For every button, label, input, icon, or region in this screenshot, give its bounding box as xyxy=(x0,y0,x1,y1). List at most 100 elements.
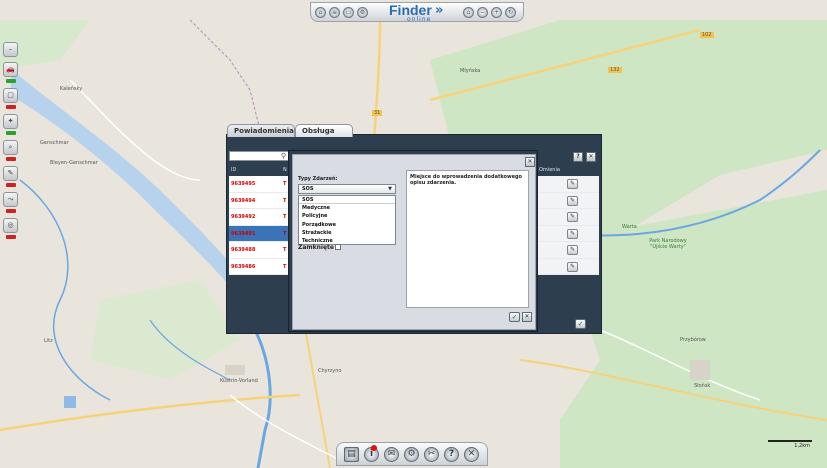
settings-button[interactable]: ⚙ xyxy=(357,7,368,18)
notification-badge xyxy=(371,445,377,451)
map-label-litz: Litz xyxy=(44,338,53,344)
column-header-right[interactable]: Omienia xyxy=(539,165,560,175)
list-button[interactable]: ≡ xyxy=(329,7,340,18)
column-header-name[interactable]: N xyxy=(283,165,287,175)
zoom-in-button[interactable]: + xyxy=(491,7,502,18)
confirm-button[interactable]: ✓ xyxy=(575,319,586,329)
table-row[interactable]: 9639494 T xyxy=(229,192,291,209)
table-row[interactable]: 9639486 T xyxy=(229,258,291,275)
close-dialog-button[interactable]: ✕ xyxy=(525,157,535,167)
top-toolbar: ⌂ ≡ ▭ ⚙ Finder » online ⌂ − + ↻ xyxy=(310,2,524,24)
edit-icon[interactable]: ✎ xyxy=(567,245,578,255)
option-sos[interactable]: SOS xyxy=(299,196,395,205)
option-strazackie[interactable]: Strażackie xyxy=(299,229,395,237)
logo-subtext: online xyxy=(407,16,432,23)
row-name: T xyxy=(283,230,287,237)
table-row[interactable]: 9639495 T xyxy=(229,176,291,193)
zoom-out-button[interactable]: − xyxy=(477,7,488,18)
list-item: ✎ xyxy=(537,209,599,226)
notifications-list: 9639495 T 9639494 T 9639492 T 9639491 T 9639… xyxy=(229,176,291,275)
search-tool-button[interactable]: ⌕ xyxy=(3,140,18,155)
tab-handling[interactable]: Obsługa xyxy=(295,124,353,137)
table-row-selected[interactable]: 9639491 T xyxy=(229,225,291,242)
route-button[interactable]: ⤳ xyxy=(3,192,18,207)
column-header-id[interactable]: ID xyxy=(231,165,236,175)
row-id: 9639495 xyxy=(231,181,256,187)
search-icon: ⚲ xyxy=(280,152,286,160)
vehicle-icon[interactable]: 🚗 xyxy=(3,62,18,77)
window-button[interactable]: ▭ xyxy=(343,7,354,18)
zone-button[interactable]: ◎ xyxy=(3,218,18,233)
status-indicator-red-4 xyxy=(6,209,16,213)
home-button[interactable]: ⌂ xyxy=(315,7,326,18)
gear-icon[interactable]: ⚙ xyxy=(404,447,419,462)
status-indicator-red-3 xyxy=(6,183,16,187)
closed-label: Zamknięte xyxy=(298,244,334,251)
measure-button[interactable]: ✎ xyxy=(3,166,18,181)
collapse-button[interactable]: – xyxy=(3,42,18,57)
status-indicator-red-5 xyxy=(6,235,16,239)
list-item: ✎ xyxy=(537,258,599,275)
bottom-toolbar: ▤ i ✉ ⚙ ✂ ? ✕ xyxy=(336,442,488,466)
map-label-mlynska: Młyńska xyxy=(460,68,481,74)
map-road-102: 102 xyxy=(700,32,714,38)
dialog-cancel-button[interactable]: ✕ xyxy=(522,312,532,322)
map-label-kustrin: Küstrin-Vorland xyxy=(220,378,258,384)
event-type-dropdown: SOS Medyczne Policyjne Porządkowe Straża… xyxy=(298,195,396,245)
option-policyjne[interactable]: Policyjne xyxy=(299,212,395,220)
close-panel-button[interactable]: ✕ xyxy=(586,152,596,162)
row-name: T xyxy=(283,214,287,220)
tab-notifications[interactable]: Powiadomienia xyxy=(227,124,295,137)
refresh-button[interactable]: ↻ xyxy=(505,7,516,18)
layer-button[interactable]: ▢ xyxy=(3,88,18,103)
row-name: T xyxy=(283,197,287,204)
table-row[interactable]: 9639492 T xyxy=(229,209,291,226)
closed-checkbox[interactable] xyxy=(335,244,341,250)
map-label-bleyen: Bleyen-Genschmar xyxy=(50,160,98,166)
search-input[interactable]: ⚲ xyxy=(229,151,289,161)
status-indicator-red-2 xyxy=(6,157,16,161)
list-item: ✎ xyxy=(537,192,599,209)
document-icon[interactable]: ▤ xyxy=(344,447,359,462)
map-road-31: 31 xyxy=(372,110,383,116)
row-id: 9639491 xyxy=(231,230,256,237)
status-indicator-red xyxy=(6,105,16,109)
map-scale: 1,2km xyxy=(768,440,812,450)
edit-icon[interactable]: ✎ xyxy=(567,179,578,189)
notifications-actions: ✎ ✎ ✎ ✎ ✎ ✎ xyxy=(537,176,599,275)
close-icon[interactable]: ✕ xyxy=(464,447,479,462)
option-medyczne[interactable]: Medyczne xyxy=(299,204,395,212)
finder-logo: Finder » online xyxy=(377,2,461,24)
status-indicator-green-2 xyxy=(6,131,16,135)
list-item-selected: ✎ xyxy=(537,225,599,242)
left-toolbar: – 🚗 ▢ ✦ ⌕ ✎ ⤳ ◎ xyxy=(3,42,19,254)
table-row[interactable]: 9639488 T xyxy=(229,242,291,259)
row-name: T xyxy=(283,181,287,187)
row-id: 9639492 xyxy=(231,214,256,220)
map-label-przyborow: Przybórow xyxy=(680,337,706,343)
poi-button[interactable]: ✦ xyxy=(3,114,18,129)
tools-icon[interactable]: ✂ xyxy=(424,447,439,462)
row-name: T xyxy=(283,263,287,270)
info-icon[interactable]: i xyxy=(364,445,379,462)
map-scale-label: 1,2km xyxy=(794,443,810,449)
event-types-label: Typy Zdarzeń: xyxy=(298,176,338,182)
home-view-button[interactable]: ⌂ xyxy=(463,7,474,18)
help-icon[interactable]: ? xyxy=(444,447,459,462)
edit-icon[interactable]: ✎ xyxy=(567,228,578,239)
edit-icon[interactable]: ✎ xyxy=(567,195,578,206)
map-label-genschmar: Genschmar xyxy=(40,140,69,146)
edit-icon[interactable]: ✎ xyxy=(567,212,578,222)
description-textarea[interactable]: Miejsce do wprowadzenia dodatkowego opis… xyxy=(406,170,529,308)
row-name: T xyxy=(283,247,287,253)
edit-icon[interactable]: ✎ xyxy=(567,261,578,272)
option-porzadkowe[interactable]: Porządkowe xyxy=(299,221,395,229)
event-type-select[interactable]: SOS ▼ xyxy=(298,184,396,194)
map-label-park: Park Narodowy "Ujście Warty" xyxy=(649,238,687,250)
event-type-selected: SOS xyxy=(302,186,314,192)
dialog-ok-button[interactable]: ✓ xyxy=(509,312,520,322)
help-button[interactable]: ? xyxy=(573,152,583,162)
dialog-body: ✕ Typy Zdarzeń: SOS ▼ SOS Medyczne Polic… xyxy=(292,154,536,330)
chat-icon[interactable]: ✉ xyxy=(384,447,399,462)
chevron-down-icon: ▼ xyxy=(388,186,392,192)
